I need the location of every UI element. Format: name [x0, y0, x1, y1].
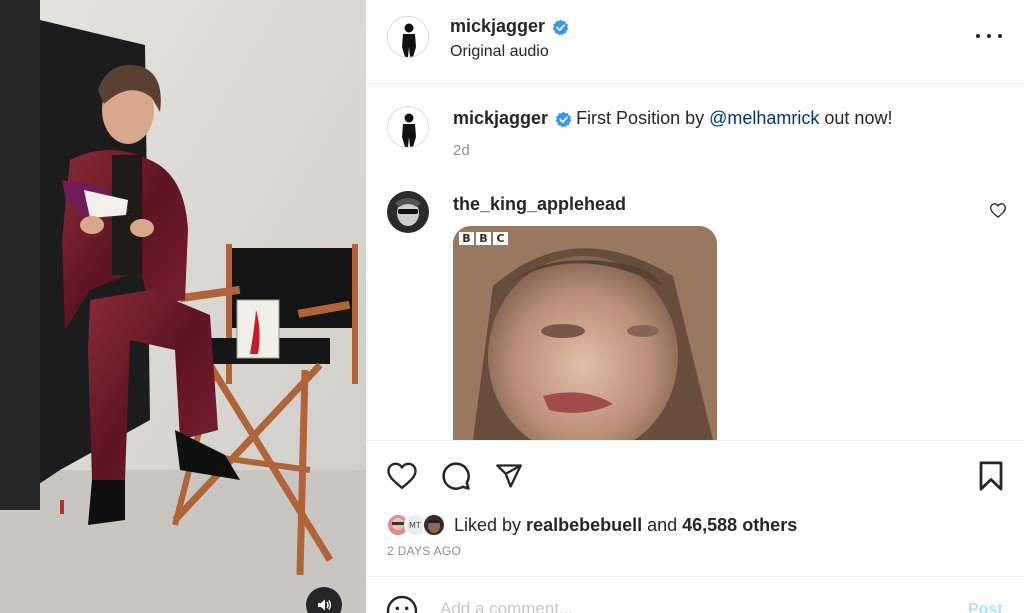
post-caption: mickjagger First Position by @melhamrick…: [453, 108, 892, 129]
author-avatar[interactable]: [387, 16, 429, 58]
likes-count[interactable]: 46,588 others: [682, 515, 797, 535]
likes-middle: and: [642, 514, 683, 535]
speaker-icon: [318, 599, 332, 611]
comments-list[interactable]: mickjagger First Position by @melhamrick…: [366, 85, 1024, 440]
comment-button[interactable]: [439, 459, 473, 493]
post-date[interactable]: 2 DAYS AGO: [387, 544, 461, 558]
bookmark-icon: [979, 461, 1003, 491]
more-options-button[interactable]: [976, 26, 1002, 46]
verified-badge-icon: [555, 111, 572, 128]
post-header: mickjagger Original audio: [366, 0, 1024, 84]
like-comment-heart-icon[interactable]: [990, 203, 1006, 218]
post-media[interactable]: [0, 0, 366, 613]
post-actions-section: MT Liked by realbebebuell and 46,588 oth…: [366, 440, 1024, 576]
share-icon: [496, 464, 522, 488]
commenter-username[interactable]: the_king_applehead: [453, 194, 626, 215]
caption-author-avatar[interactable]: [387, 106, 429, 148]
post-details-panel: mickjagger Original audio mickjagger Fir…: [366, 0, 1024, 613]
post-photo: [0, 0, 366, 613]
liker-avatar[interactable]: [422, 513, 446, 537]
svg-text:MT: MT: [409, 521, 421, 530]
more-icon-dot: [987, 34, 991, 38]
more-icon-dot: [998, 34, 1002, 38]
commenter-avatar[interactable]: [387, 191, 429, 233]
save-button[interactable]: [974, 459, 1008, 493]
bbc-logo-letter: B: [459, 232, 474, 245]
emoji-icon[interactable]: [386, 595, 418, 613]
bbc-logo: B B C: [459, 232, 508, 245]
more-icon-dot: [976, 34, 980, 38]
comment-input[interactable]: [440, 599, 920, 613]
comment-icon: [442, 462, 470, 490]
caption-username[interactable]: mickjagger: [453, 108, 548, 128]
heart-icon: [387, 462, 417, 490]
post-comment-button[interactable]: Post: [968, 601, 1003, 613]
likes-summary: MT Liked by realbebebuell and 46,588 oth…: [386, 513, 797, 537]
like-button[interactable]: [385, 459, 419, 493]
comment-gif[interactable]: B B C: [453, 226, 717, 440]
audio-label[interactable]: Original audio: [450, 43, 549, 61]
liker-username[interactable]: realbebebuell: [526, 515, 642, 535]
caption-text-end: out now!: [819, 108, 893, 128]
likes-text: Liked by realbebebuell and 46,588 others: [454, 515, 797, 536]
mention-link[interactable]: @melhamrick: [709, 108, 819, 128]
likes-prefix: Liked by: [454, 514, 527, 535]
verified-badge-icon: [552, 19, 569, 36]
share-button[interactable]: [492, 459, 526, 493]
add-comment-bar: Post: [366, 576, 1024, 613]
caption-timestamp[interactable]: 2d: [453, 142, 470, 159]
bbc-logo-letter: C: [493, 232, 508, 245]
caption-text: First Position by: [576, 108, 710, 128]
author-username-link[interactable]: mickjagger: [450, 16, 569, 37]
bbc-logo-letter: B: [476, 232, 491, 245]
author-username[interactable]: mickjagger: [450, 16, 545, 36]
